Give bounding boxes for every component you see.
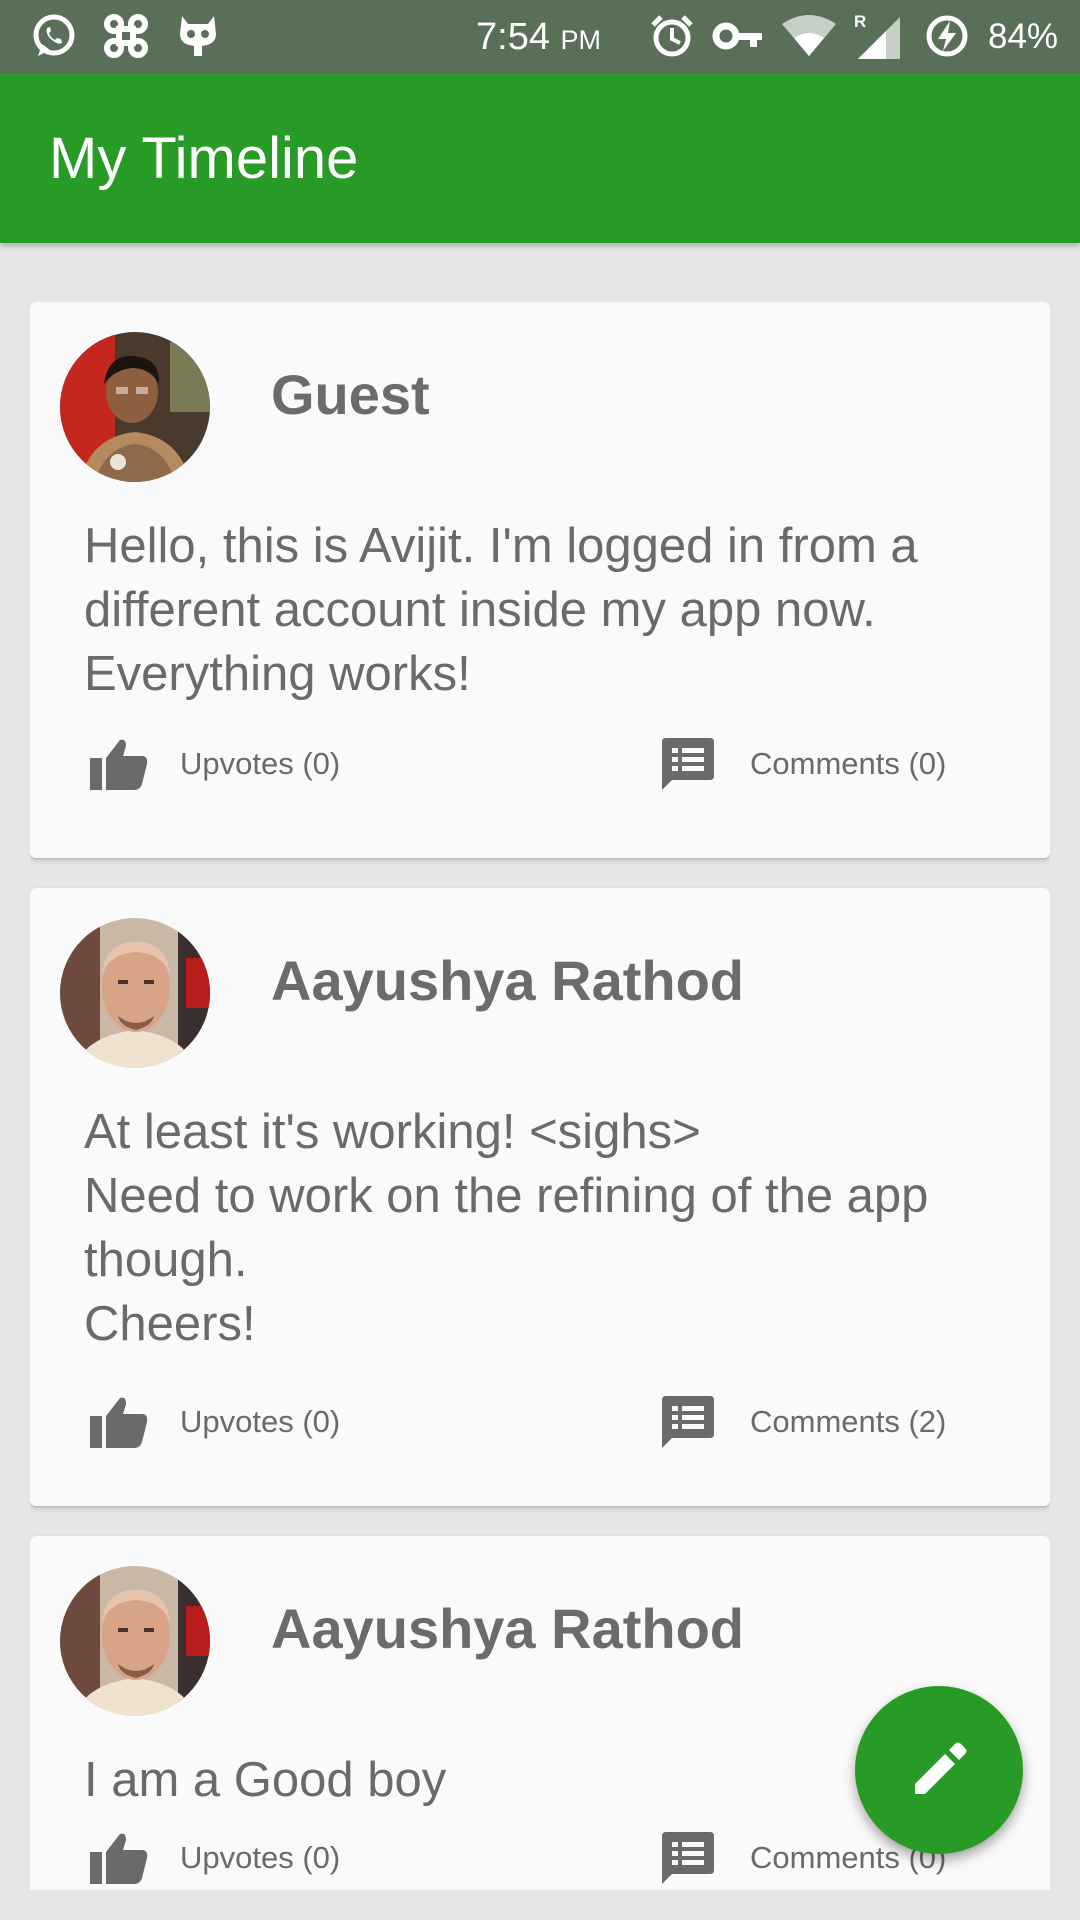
signal-icon: R xyxy=(852,10,902,62)
clock-ampm: PM xyxy=(560,25,602,55)
page-title: My Timeline xyxy=(49,126,359,191)
comments-button[interactable]: Comments (0) xyxy=(662,738,946,790)
thumb-up-icon xyxy=(90,1397,148,1448)
upvote-label: Upvotes (0) xyxy=(180,1404,341,1439)
thumb-up-icon xyxy=(90,739,148,790)
avatar[interactable] xyxy=(60,332,210,482)
wifi-icon xyxy=(780,10,838,62)
post-card[interactable]: Guest Hello, this is Avijit. I'm logged … xyxy=(30,302,1050,858)
avatar[interactable] xyxy=(60,1566,210,1716)
status-bar: 7:54 PM R 84% xyxy=(0,0,1080,73)
post-author: Aayushya Rathod xyxy=(271,949,744,1012)
comment-icon xyxy=(662,1832,714,1884)
vpn-key-icon xyxy=(712,10,764,62)
upvote-button[interactable]: Upvotes (0) xyxy=(90,1832,340,1884)
clock-time: 7:54 xyxy=(476,16,550,58)
clock: 7:54 PM xyxy=(476,14,601,63)
post-author: Guest xyxy=(271,363,430,426)
upvote-label: Upvotes (0) xyxy=(180,746,341,781)
post-text: Hello, this is Avijit. I'm logged in fro… xyxy=(84,519,918,701)
network-badge: R xyxy=(854,12,866,31)
comment-icon xyxy=(662,738,714,790)
timeline-feed[interactable]: Guest Hello, this is Avijit. I'm logged … xyxy=(30,302,1050,1890)
command-icon xyxy=(100,10,152,62)
comment-icon xyxy=(662,1396,714,1448)
new-post-button[interactable] xyxy=(855,1686,1023,1854)
comments-label: Comments (0) xyxy=(750,746,947,781)
cyanogen-icon xyxy=(172,10,224,62)
comments-label: Comments (2) xyxy=(750,1404,947,1439)
post-card[interactable]: Aayushya Rathod At least it's working! <… xyxy=(30,888,1050,1506)
whatsapp-icon xyxy=(28,10,80,62)
comments-button[interactable]: Comments (2) xyxy=(662,1396,946,1448)
avatar[interactable] xyxy=(60,918,210,1068)
edit-pencil-icon xyxy=(915,1742,967,1794)
battery-charging-icon xyxy=(922,10,972,62)
thumb-up-icon xyxy=(90,1833,148,1884)
post-author: Aayushya Rathod xyxy=(271,1597,744,1660)
app-bar: My Timeline xyxy=(0,73,1080,243)
upvote-button[interactable]: Upvotes (0) xyxy=(90,1396,340,1448)
battery-percent: 84% xyxy=(988,17,1059,56)
post-text: At least it's working! <sighs> Need to w… xyxy=(84,1105,929,1351)
upvote-button[interactable]: Upvotes (0) xyxy=(90,738,340,790)
upvote-label: Upvotes (0) xyxy=(180,1840,341,1875)
alarm-icon xyxy=(648,10,696,62)
